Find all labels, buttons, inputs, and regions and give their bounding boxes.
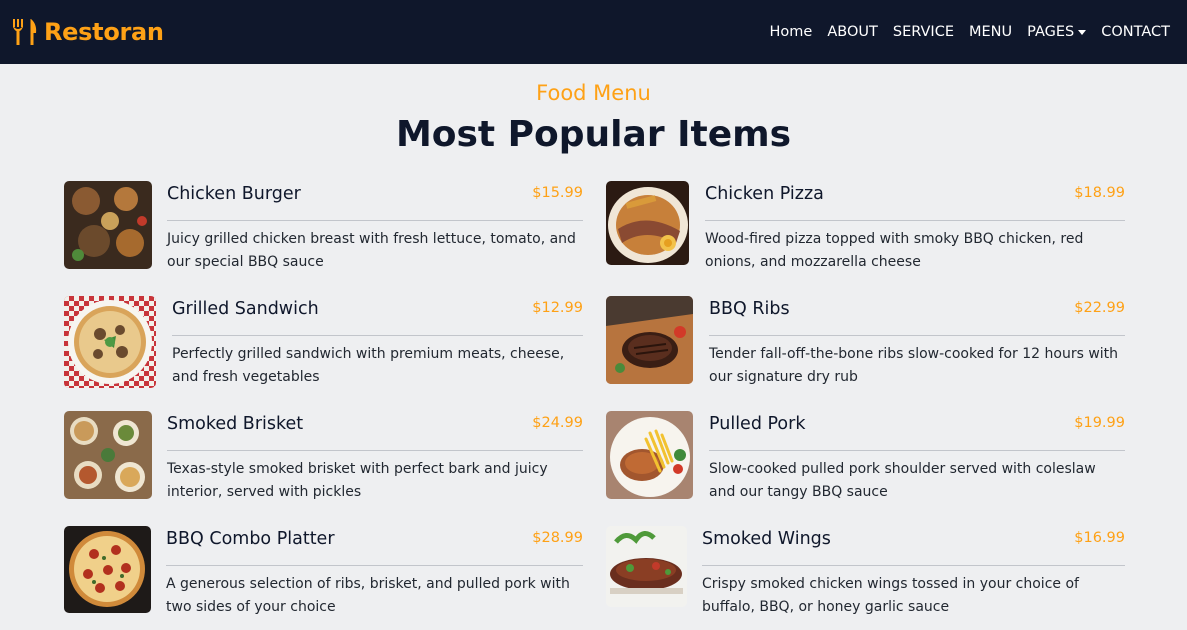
menu-item[interactable]: Chicken Pizza $18.99 Wood-fired pizza to… (606, 181, 1125, 270)
food-image-thumbnail (64, 411, 152, 499)
item-price: $15.99 (532, 185, 583, 201)
item-name: BBQ Combo Platter (166, 529, 335, 549)
food-image-thumbnail (64, 296, 156, 388)
nav-link-service[interactable]: SERVICE (893, 24, 954, 40)
section-title: Most Popular Items (395, 114, 792, 155)
item-description: Crispy smoked chicken wings tossed in yo… (702, 576, 1079, 615)
item-price: $24.99 (532, 415, 583, 431)
item-name: Smoked Wings (702, 529, 831, 549)
item-name: Chicken Burger (167, 184, 301, 204)
brand-logo[interactable]: Restoran (12, 18, 164, 46)
item-price: $18.99 (1074, 185, 1125, 201)
item-description: Tender fall-off-the-bone ribs slow-cooke… (709, 346, 1119, 385)
item-description: Juicy grilled chicken breast with fresh … (167, 231, 576, 270)
item-description: A generous selection of ribs, brisket, a… (166, 576, 570, 615)
food-image-thumbnail (606, 181, 689, 265)
item-price: $16.99 (1074, 530, 1125, 546)
menu-section-header: Food Menu Most Popular Items (0, 64, 1187, 157)
nav-link-home[interactable]: Home (770, 24, 813, 40)
food-image-thumbnail (606, 526, 687, 607)
top-navbar: Restoran Home ABOUT SERVICE MENU PAGES C… (0, 0, 1187, 64)
nav-link-about[interactable]: ABOUT (827, 24, 878, 40)
item-description: Wood-fired pizza topped with smoky BBQ c… (705, 231, 1084, 270)
item-price: $22.99 (1074, 300, 1125, 316)
item-name: Pulled Pork (709, 414, 806, 434)
nav-link-pages-dropdown[interactable]: PAGES (1027, 24, 1087, 40)
brand-name: Restoran (44, 18, 164, 46)
item-description: Slow-cooked pulled pork shoulder served … (709, 461, 1096, 500)
food-image-thumbnail (606, 296, 693, 384)
food-image-thumbnail (64, 526, 151, 613)
nav-link-contact[interactable]: CONTACT (1101, 24, 1170, 40)
menu-item[interactable]: BBQ Ribs $22.99 Tender fall-off-the-bone… (606, 296, 1125, 385)
item-price: $28.99 (532, 530, 583, 546)
menu-item[interactable]: Grilled Sandwich $12.99 Perfectly grille… (64, 296, 583, 388)
item-price: $19.99 (1074, 415, 1125, 431)
item-name: Chicken Pizza (705, 184, 824, 204)
nav-menu: Home ABOUT SERVICE MENU PAGES CONTACT (770, 24, 1170, 40)
item-description: Texas-style smoked brisket with perfect … (167, 461, 548, 500)
menu-item[interactable]: Chicken Burger $15.99 Juicy grilled chic… (64, 181, 583, 270)
utensils-icon (12, 18, 38, 46)
item-name: BBQ Ribs (709, 299, 790, 319)
menu-item[interactable]: Smoked Wings $16.99 Crispy smoked chicke… (606, 526, 1125, 615)
menu-items-grid: Chicken Burger $15.99 Juicy grilled chic… (64, 181, 1125, 615)
item-description: Perfectly grilled sandwich with premium … (172, 346, 565, 385)
food-image-thumbnail (64, 181, 152, 269)
caret-down-icon (1078, 30, 1087, 35)
item-price: $12.99 (532, 300, 583, 316)
menu-item[interactable]: BBQ Combo Platter $28.99 A generous sele… (64, 526, 583, 615)
item-name: Grilled Sandwich (172, 299, 319, 319)
item-name: Smoked Brisket (167, 414, 304, 434)
section-subtitle: Food Menu (536, 81, 651, 105)
food-image-thumbnail (606, 411, 693, 499)
menu-item[interactable]: Smoked Brisket $24.99 Texas-style smoked… (64, 411, 583, 500)
nav-link-menu[interactable]: MENU (969, 24, 1012, 40)
menu-item[interactable]: Pulled Pork $19.99 Slow-cooked pulled po… (606, 411, 1125, 500)
